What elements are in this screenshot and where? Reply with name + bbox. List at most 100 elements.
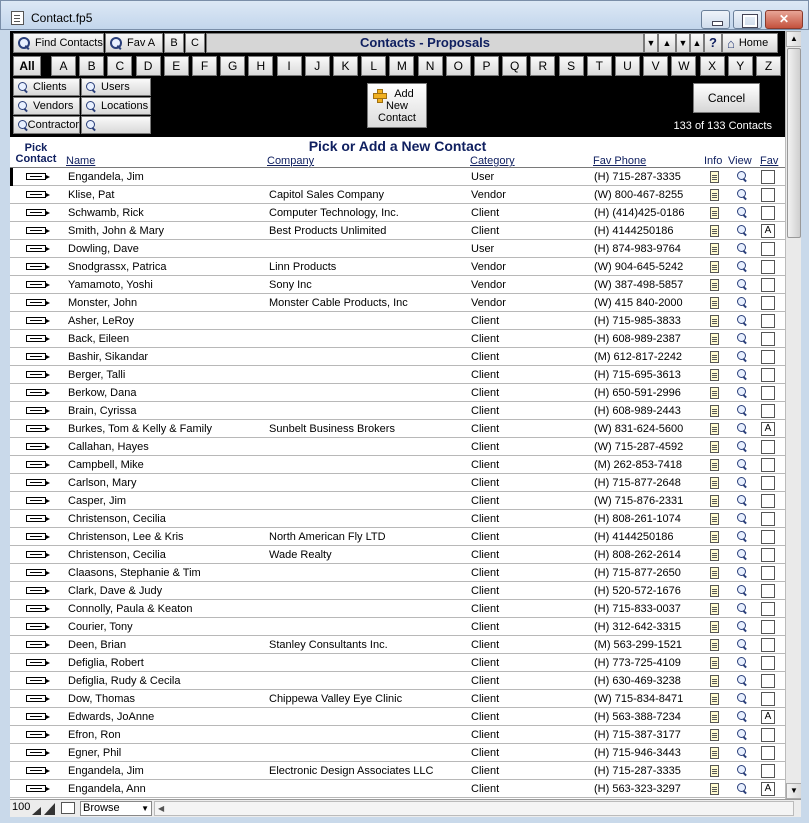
fav-checkbox[interactable] — [761, 602, 775, 616]
pick-contact-icon[interactable] — [26, 371, 50, 378]
table-row[interactable]: Carlson, Mary Client (H) 715-877-2648 — [10, 474, 785, 492]
info-icon[interactable] — [710, 423, 719, 435]
info-icon[interactable] — [710, 333, 719, 345]
table-row[interactable]: Clark, Dave & Judy Client (H) 520-572-1676 — [10, 582, 785, 600]
info-icon[interactable] — [710, 585, 719, 597]
pick-contact-icon[interactable] — [26, 515, 50, 522]
letter-filter-a[interactable]: A — [51, 56, 76, 76]
table-row[interactable]: Courier, Tony Client (H) 312-642-3315 — [10, 618, 785, 636]
fav-checkbox[interactable]: A — [761, 422, 775, 436]
view-icon[interactable] — [736, 368, 748, 383]
table-row[interactable]: Deen, Brian Stanley Consultants Inc. Clien… — [10, 636, 785, 654]
pick-contact-icon[interactable] — [26, 677, 50, 684]
dropdown-arrow-icon[interactable]: ▼ — [644, 33, 658, 53]
view-icon[interactable] — [736, 638, 748, 653]
vendors-filter-button[interactable]: Vendors — [13, 97, 80, 115]
pick-contact-icon[interactable] — [26, 227, 50, 234]
fav-checkbox[interactable] — [761, 350, 775, 364]
pick-contact-icon[interactable] — [26, 479, 50, 486]
info-icon[interactable] — [710, 279, 719, 291]
letter-filter-x[interactable]: X — [699, 56, 725, 76]
scroll-left-icon[interactable]: ◀ — [158, 802, 164, 815]
fav-checkbox[interactable] — [761, 764, 775, 778]
pick-contact-icon[interactable] — [26, 173, 50, 180]
table-row[interactable]: Dowling, Dave User (H) 874-983-9764 — [10, 240, 785, 258]
fav-checkbox[interactable] — [761, 674, 775, 688]
letter-filter-i[interactable]: I — [276, 56, 302, 76]
fav-checkbox[interactable] — [761, 314, 775, 328]
help-button[interactable]: ? — [704, 33, 722, 53]
info-icon[interactable] — [710, 351, 719, 363]
table-row[interactable]: Defiglia, Rudy & Cecila Client (H) 630-469… — [10, 672, 785, 690]
pick-contact-icon[interactable] — [26, 713, 50, 720]
fav-checkbox[interactable] — [761, 242, 775, 256]
find-contacts-button[interactable]: Find Contacts — [13, 33, 104, 53]
letter-filter-g[interactable]: G — [220, 56, 246, 76]
table-row[interactable]: Klise, Pat Capitol Sales Company Vendor (W)… — [10, 186, 785, 204]
info-icon[interactable] — [710, 657, 719, 669]
letter-filter-z[interactable]: Z — [756, 56, 781, 76]
add-new-contact-button[interactable]: Add New Contact — [367, 83, 427, 128]
fav-checkbox[interactable] — [761, 584, 775, 598]
fav-checkbox[interactable] — [761, 656, 775, 670]
letter-filter-w[interactable]: W — [671, 56, 697, 76]
fav-checkbox[interactable] — [761, 476, 775, 490]
fav-checkbox[interactable] — [761, 746, 775, 760]
view-icon[interactable] — [736, 674, 748, 689]
cancel-button[interactable]: Cancel — [693, 83, 760, 113]
fav-checkbox[interactable]: A — [761, 782, 775, 796]
fav-checkbox[interactable] — [761, 728, 775, 742]
status-area-toggle-icon[interactable] — [61, 802, 75, 814]
fav-checkbox[interactable] — [761, 296, 775, 310]
view-icon[interactable] — [736, 764, 748, 779]
pick-contact-icon[interactable] — [26, 191, 50, 198]
view-icon[interactable] — [736, 224, 748, 239]
table-row[interactable]: Burkes, Tom & Kelly & Family Sunbelt Busi… — [10, 420, 785, 438]
pick-contact-icon[interactable] — [26, 407, 50, 414]
info-icon[interactable] — [710, 207, 719, 219]
info-icon[interactable] — [710, 711, 719, 723]
pick-contact-icon[interactable] — [26, 335, 50, 342]
first-record-icon[interactable]: ▲ — [690, 33, 704, 53]
view-icon[interactable] — [736, 692, 748, 707]
fav-checkbox[interactable] — [761, 278, 775, 292]
letter-filter-r[interactable]: R — [530, 56, 556, 76]
clients-filter-button[interactable]: Clients — [13, 78, 80, 96]
pick-contact-icon[interactable] — [26, 605, 50, 612]
letter-filter-q[interactable]: Q — [502, 56, 528, 76]
letter-filter-v[interactable]: V — [643, 56, 669, 76]
fav-c-button[interactable]: C — [185, 33, 205, 53]
view-icon[interactable] — [736, 422, 748, 437]
table-row[interactable]: Christenson, Cecilia Client (H) 808-261-10… — [10, 510, 785, 528]
pick-contact-icon[interactable] — [26, 209, 50, 216]
pick-contact-icon[interactable] — [26, 569, 50, 576]
info-icon[interactable] — [710, 639, 719, 651]
fav-checkbox[interactable] — [761, 638, 775, 652]
fav-checkbox[interactable] — [761, 548, 775, 562]
view-icon[interactable] — [736, 530, 748, 545]
scroll-up-icon[interactable]: ▲ — [786, 31, 801, 47]
view-icon[interactable] — [736, 620, 748, 635]
mode-select[interactable]: Browse — [80, 801, 152, 816]
info-icon[interactable] — [710, 315, 719, 327]
pick-contact-icon[interactable] — [26, 443, 50, 450]
sort-down-icon[interactable]: ▼ — [676, 33, 690, 53]
info-icon[interactable] — [710, 297, 719, 309]
info-icon[interactable] — [710, 513, 719, 525]
table-row[interactable]: Defiglia, Robert Client (H) 773-725-4109 — [10, 654, 785, 672]
view-icon[interactable] — [736, 746, 748, 761]
view-icon[interactable] — [736, 188, 748, 203]
pick-contact-icon[interactable] — [26, 263, 50, 270]
view-icon[interactable] — [736, 332, 748, 347]
letter-filter-t[interactable]: T — [586, 56, 612, 76]
letter-filter-n[interactable]: N — [417, 56, 443, 76]
fav-checkbox[interactable] — [761, 206, 775, 220]
info-icon[interactable] — [710, 693, 719, 705]
table-row[interactable]: Berger, Talli Client (H) 715-695-3613 — [10, 366, 785, 384]
sort-up-icon[interactable]: ▲ — [658, 33, 676, 53]
vertical-scrollbar[interactable]: ▲ ▼ — [785, 31, 801, 799]
info-icon[interactable] — [710, 621, 719, 633]
letter-filter-o[interactable]: O — [445, 56, 471, 76]
pick-contact-icon[interactable] — [26, 749, 50, 756]
pick-contact-icon[interactable] — [26, 641, 50, 648]
